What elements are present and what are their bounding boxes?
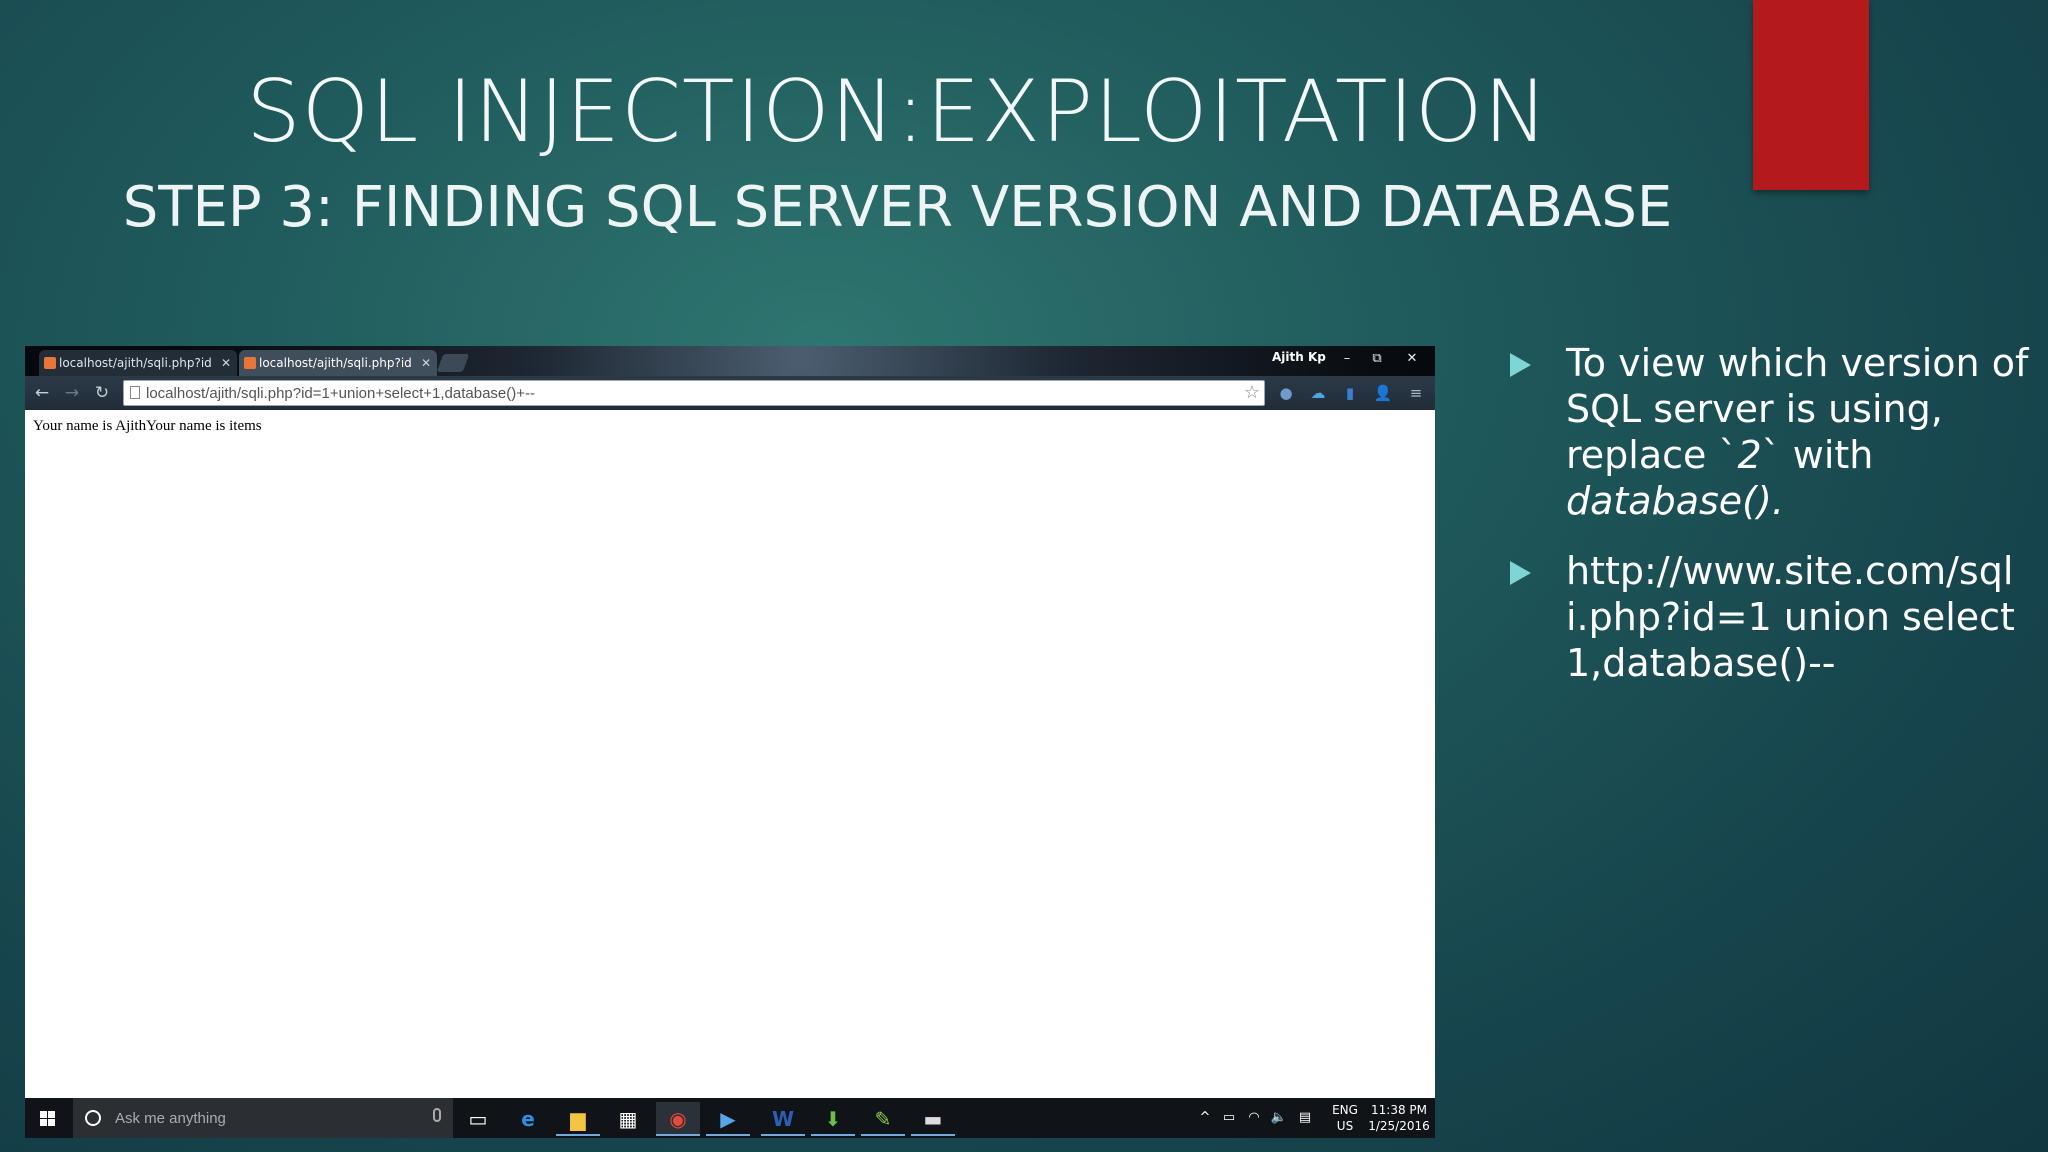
stats-extension-icon[interactable]: ▮ [1339,383,1361,403]
bullet-arrow-icon [1510,561,1531,585]
restore-button[interactable]: ⧉ [1362,347,1392,371]
windows-logo-icon [40,1119,47,1126]
edge-glyph: e [521,1107,535,1131]
tab-bar: localhost/ajith/sqli.php?id ✕ localhost/… [25,346,1435,376]
download-manager-icon[interactable]: ⬇ [811,1102,855,1136]
bullet-text: ` with [1761,433,1874,477]
download-manager-glyph: ⬇ [824,1107,842,1131]
terminal-glyph: ▬ [923,1107,943,1131]
chrome-icon[interactable]: ◉ [656,1102,700,1136]
globe-extension-glyph: ● [1279,384,1293,402]
stats-extension-glyph: ▮ [1345,384,1355,402]
page-icon [130,386,140,399]
browser-tab-1[interactable]: localhost/ajith/sqli.php?id ✕ [39,350,237,376]
media-player-glyph: ▶ [720,1107,736,1131]
address-input[interactable] [146,381,1226,405]
language-code: ENG [1332,1103,1358,1117]
start-button[interactable] [25,1098,73,1138]
windows-logo-icon [48,1111,55,1118]
menu-glyph: ≡ [1409,384,1423,402]
notepad-plus-glyph: ✎ [874,1107,892,1131]
language-region: US [1336,1119,1354,1133]
word-icon[interactable]: W [761,1102,805,1136]
windows-logo-icon [48,1119,55,1126]
terminal-icon[interactable]: ▬ [911,1102,955,1136]
clock-time: 11:38 PM [1371,1103,1427,1117]
browser-tab-2[interactable]: localhost/ajith/sqli.php?id ✕ [239,350,437,376]
menu-icon[interactable]: ≡ [1405,383,1427,403]
cloud-extension-glyph: ☁ [1310,384,1326,402]
bullet-item: http://www.site.com/sqli.php?id=1 union … [1510,548,2030,686]
cortana-icon [85,1110,101,1126]
store-glyph: ▦ [618,1107,638,1131]
system-clock[interactable]: 11:38 PM 1/25/2016 [1367,1102,1431,1134]
bullet-emphasis: 2 [1737,433,1762,477]
microphone-icon[interactable] [433,1108,441,1122]
bullet-arrow-icon [1510,353,1531,377]
notifications-icon[interactable]: ▤ [1293,1098,1317,1138]
profile-icon[interactable]: 👤 [1372,383,1394,403]
store-icon[interactable]: ▦ [606,1102,650,1136]
query-result-text: Your name is AjithYour name is items [33,418,262,434]
tab-label: localhost/ajith/sqli.php?id [59,356,212,370]
clock-date: 1/25/2016 [1368,1119,1430,1133]
task-view-glyph: ▭ [468,1107,488,1131]
show-hidden-icons-chevron-icon[interactable]: ^ [1195,1098,1215,1138]
battery-icon[interactable]: ▭ [1218,1098,1240,1138]
windows-logo-icon [40,1111,47,1118]
page-favicon-icon [244,357,256,369]
file-explorer-icon[interactable]: ▆ [556,1102,600,1136]
file-explorer-glyph: ▆ [570,1107,586,1131]
bullet-item: To view which version of SQL server is u… [1510,340,2030,524]
browser-window: localhost/ajith/sqli.php?id ✕ localhost/… [25,346,1435,1138]
forward-button[interactable]: → [59,381,85,405]
back-button[interactable]: ← [29,381,55,405]
bookmark-star-icon[interactable]: ☆ [1244,382,1260,403]
reload-button[interactable]: ↻ [89,381,115,405]
cortana-search-input[interactable] [115,1106,395,1130]
page-favicon-icon [44,357,56,369]
tab-close-icon[interactable]: ✕ [421,350,431,376]
tab-close-icon[interactable]: ✕ [221,350,231,376]
minimize-button[interactable]: – [1332,347,1362,371]
volume-icon[interactable]: 🔈 [1267,1098,1291,1138]
browser-toolbar: ← → ↻ ☆ ● ☁ ▮ 👤 ≡ [25,376,1435,410]
close-window-button[interactable]: ✕ [1397,347,1427,371]
new-tab-button[interactable] [436,354,470,372]
wifi-icon[interactable]: ◠ [1243,1098,1265,1138]
profile-user-name[interactable]: Ajith Kp [1272,350,1326,364]
profile-glyph: 👤 [1373,384,1393,402]
cortana-search[interactable] [73,1098,453,1138]
tab-label: localhost/ajith/sqli.php?id [259,356,412,370]
slide-title: SQL INJECTION:EXPLOITATION [246,62,1549,162]
word-glyph: W [771,1107,795,1131]
cloud-extension-icon[interactable]: ☁ [1307,383,1329,403]
windows-taskbar: ▭ e ▆ ▦ ◉ ▶ W ⬇ ✎ ▬ ^ ▭ ◠ 🔈 ▤ ENG US 11:… [25,1098,1435,1138]
notepad-plus-icon[interactable]: ✎ [861,1102,905,1136]
chrome-glyph: ◉ [669,1107,687,1131]
input-language[interactable]: ENG US [1325,1102,1365,1134]
bullet-emphasis: database(). [1566,479,1784,523]
slide-subtitle: STEP 3: FINDING SQL SERVER VERSION AND D… [122,175,1673,240]
example-url-text: http://www.site.com/sqli.php?id=1 union … [1566,549,2015,685]
page-content: Your name is AjithYour name is items [25,410,1435,1098]
bullet-list: To view which version of SQL server is u… [1510,340,2030,710]
edge-icon[interactable]: e [506,1102,550,1136]
address-bar[interactable]: ☆ [123,380,1265,406]
globe-extension-icon[interactable]: ● [1275,383,1297,403]
media-player-icon[interactable]: ▶ [706,1102,750,1136]
task-view-icon[interactable]: ▭ [456,1102,500,1136]
